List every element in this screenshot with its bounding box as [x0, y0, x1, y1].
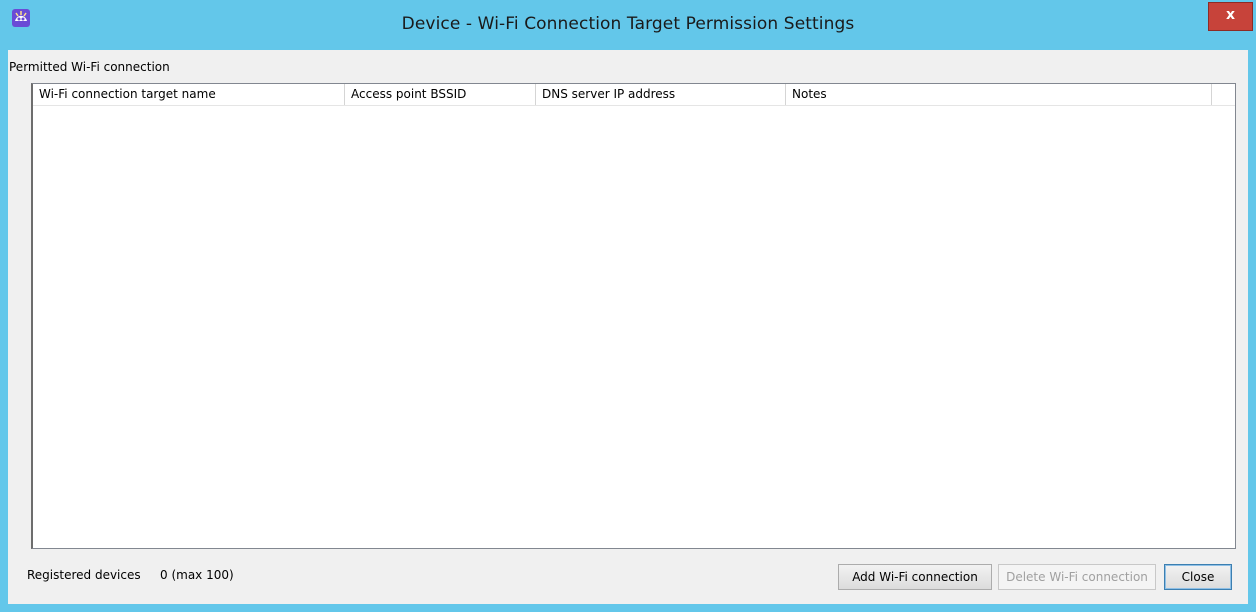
close-icon: x: [1225, 6, 1236, 23]
dialog-client-area: Permitted Wi-Fi connection Wi-Fi connect…: [8, 50, 1248, 604]
permitted-wifi-label: Permitted Wi-Fi connection: [9, 60, 170, 74]
list-body[interactable]: [33, 106, 1235, 548]
registered-devices-count: 0 (max 100): [160, 568, 234, 582]
window-title: Device - Wi-Fi Connection Target Permiss…: [401, 14, 855, 34]
close-window-button[interactable]: x: [1208, 2, 1253, 31]
column-header-notes[interactable]: Notes: [786, 84, 1212, 105]
column-header-filler: [1212, 84, 1234, 105]
close-button[interactable]: Close: [1164, 564, 1232, 590]
wifi-connection-list[interactable]: Wi-Fi connection target name Access poin…: [31, 83, 1236, 549]
registered-devices-label: Registered devices: [27, 568, 141, 582]
delete-wifi-connection-button[interactable]: Delete Wi-Fi connection: [998, 564, 1156, 590]
dialog-window: Device - Wi-Fi Connection Target Permiss…: [0, 0, 1256, 612]
column-header-bssid[interactable]: Access point BSSID: [345, 84, 536, 105]
add-wifi-connection-button[interactable]: Add Wi-Fi connection: [838, 564, 992, 590]
list-header: Wi-Fi connection target name Access poin…: [33, 84, 1235, 106]
column-header-dns-ip[interactable]: DNS server IP address: [536, 84, 786, 105]
title-bar[interactable]: Device - Wi-Fi Connection Target Permiss…: [0, 0, 1256, 50]
column-header-target-name[interactable]: Wi-Fi connection target name: [33, 84, 345, 105]
